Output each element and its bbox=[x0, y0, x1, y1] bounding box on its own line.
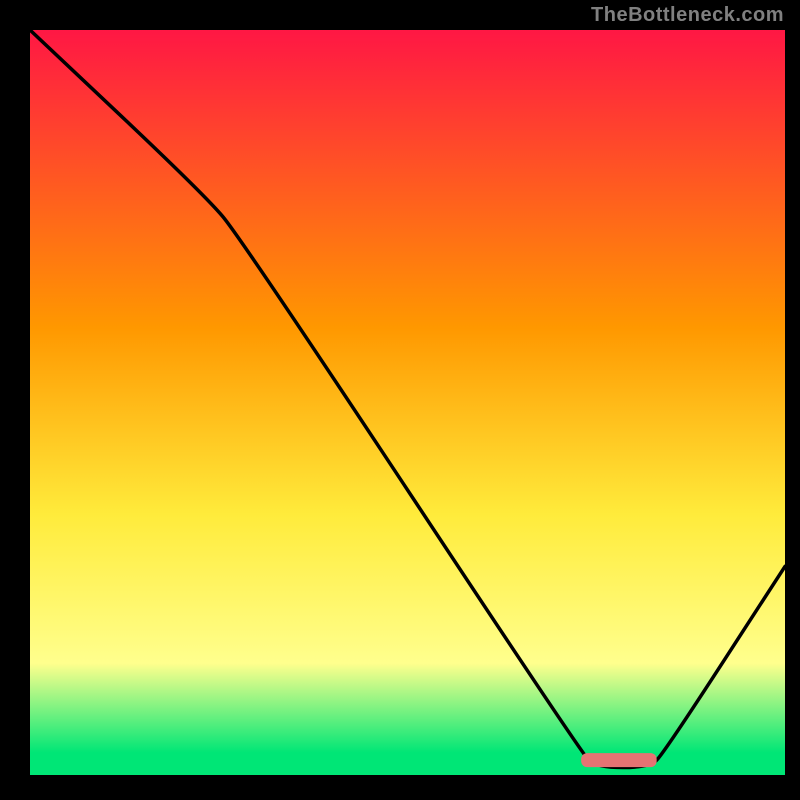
chart-plot-area bbox=[30, 30, 785, 775]
optimal-marker bbox=[581, 753, 657, 767]
chart-svg bbox=[30, 30, 785, 775]
watermark-text: TheBottleneck.com bbox=[591, 4, 784, 27]
chart-gradient-background bbox=[30, 30, 785, 775]
